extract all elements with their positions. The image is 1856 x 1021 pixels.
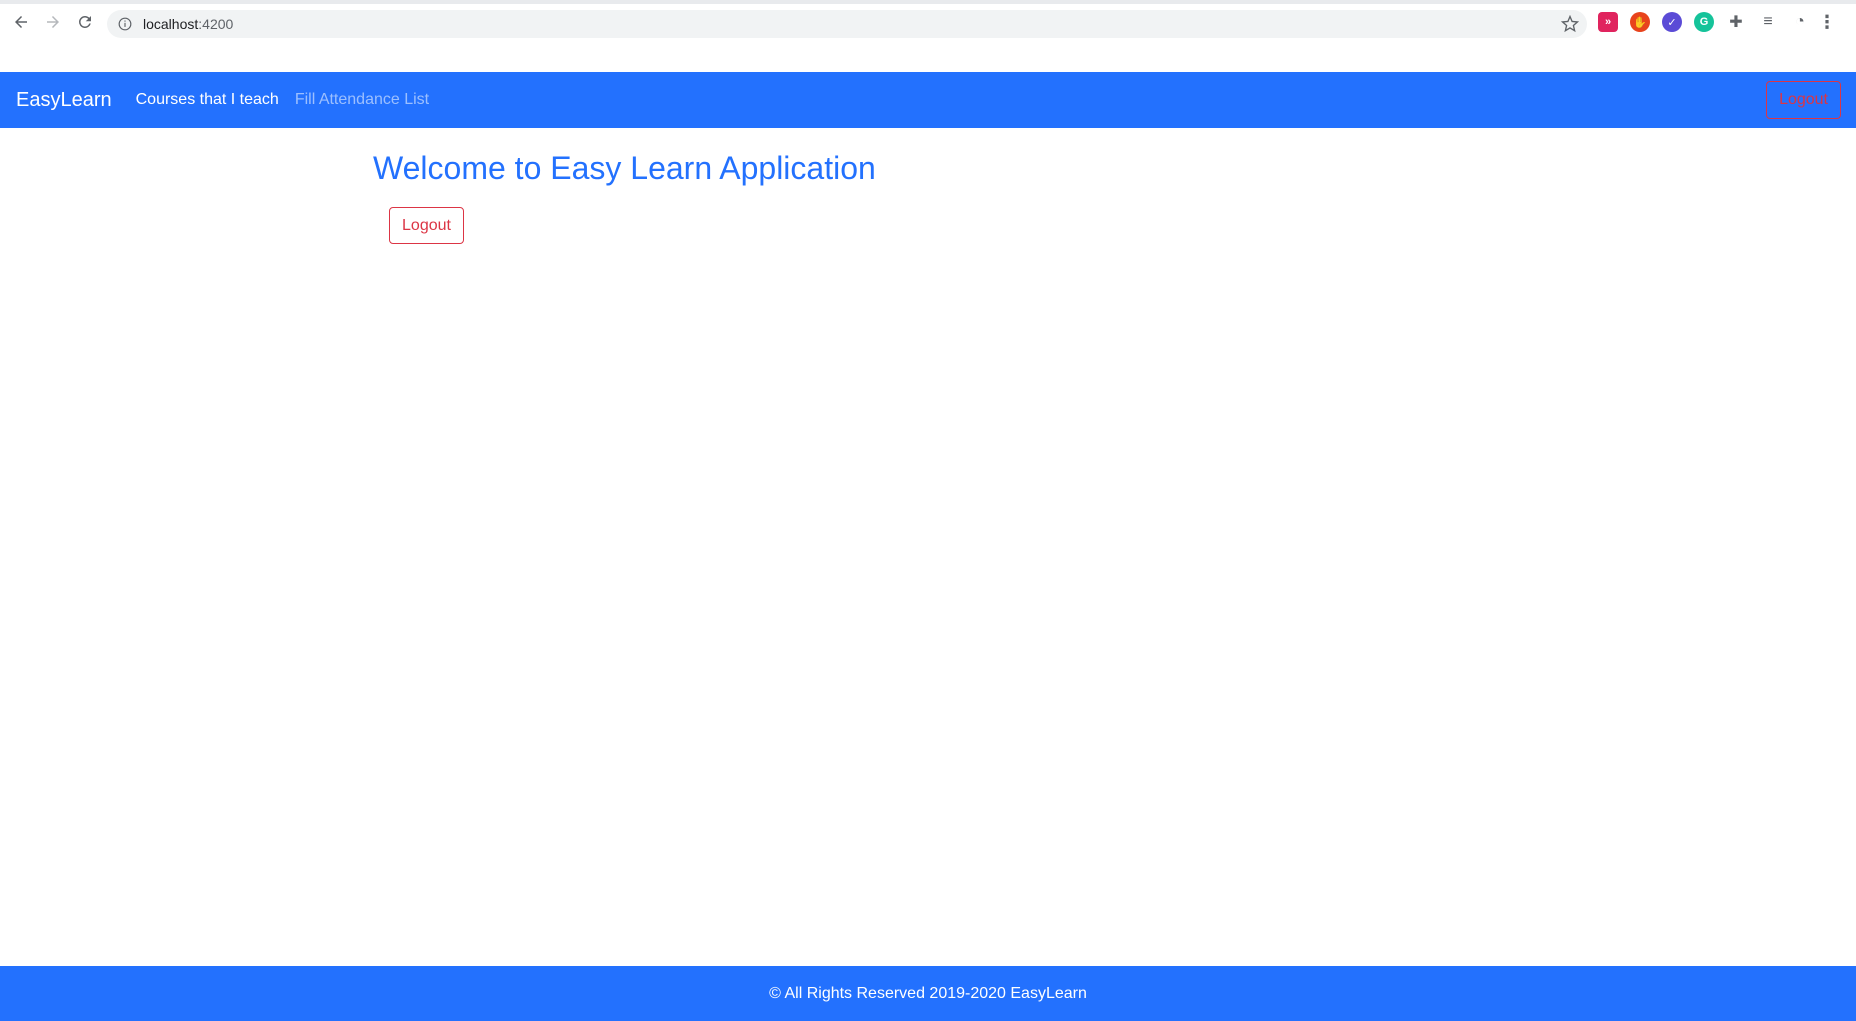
extension-purple-check-icon[interactable]: ✓: [1662, 12, 1682, 32]
extension-icons: » ✋ ✓ G ✚ ≡ ◔ ⋮: [1598, 12, 1836, 32]
logout-button[interactable]: Logout: [389, 207, 464, 244]
forward-button[interactable]: [37, 6, 69, 38]
back-arrow-icon: [15, 16, 27, 28]
forward-arrow-icon: [47, 16, 59, 28]
back-button[interactable]: [5, 6, 37, 38]
media-queue-icon[interactable]: ≡: [1758, 12, 1778, 32]
profile-avatar-icon[interactable]: ◔: [1790, 12, 1810, 32]
app-navbar: EasyLearn Courses that I teach Fill Atte…: [0, 72, 1856, 128]
extension-red-hand-icon[interactable]: ✋: [1630, 12, 1650, 32]
page-title: Welcome to Easy Learn Application: [373, 150, 876, 186]
bookmark-star-icon[interactable]: [1560, 14, 1580, 33]
footer-copyright: © All Rights Reserved 2019-2020 EasyLear…: [769, 984, 1087, 1002]
footer: © All Rights Reserved 2019-2020 EasyLear…: [0, 966, 1856, 1021]
url-host: localhost: [143, 16, 199, 32]
navbar-logout-button[interactable]: Logout: [1766, 81, 1841, 119]
reload-button[interactable]: [69, 6, 101, 38]
browser-toolbar: localhost:4200 » ✋ ✓ G ✚ ≡ ◔ ⋮: [0, 0, 1856, 40]
address-bar[interactable]: localhost:4200: [107, 10, 1587, 38]
extension-red-play-icon[interactable]: »: [1598, 12, 1618, 32]
info-icon[interactable]: [117, 16, 133, 32]
reload-icon: [78, 15, 91, 28]
nav-link-attendance[interactable]: Fill Attendance List: [295, 91, 429, 109]
nav-link-courses[interactable]: Courses that I teach: [136, 91, 279, 109]
extension-grammarly-icon[interactable]: G: [1694, 12, 1714, 32]
url-port: :4200: [198, 16, 234, 32]
brand-link[interactable]: EasyLearn: [16, 89, 112, 112]
url-text: localhost:4200: [143, 16, 233, 32]
browser-menu-icon[interactable]: ⋮: [1818, 12, 1836, 32]
extensions-puzzle-icon[interactable]: ✚: [1726, 12, 1746, 32]
